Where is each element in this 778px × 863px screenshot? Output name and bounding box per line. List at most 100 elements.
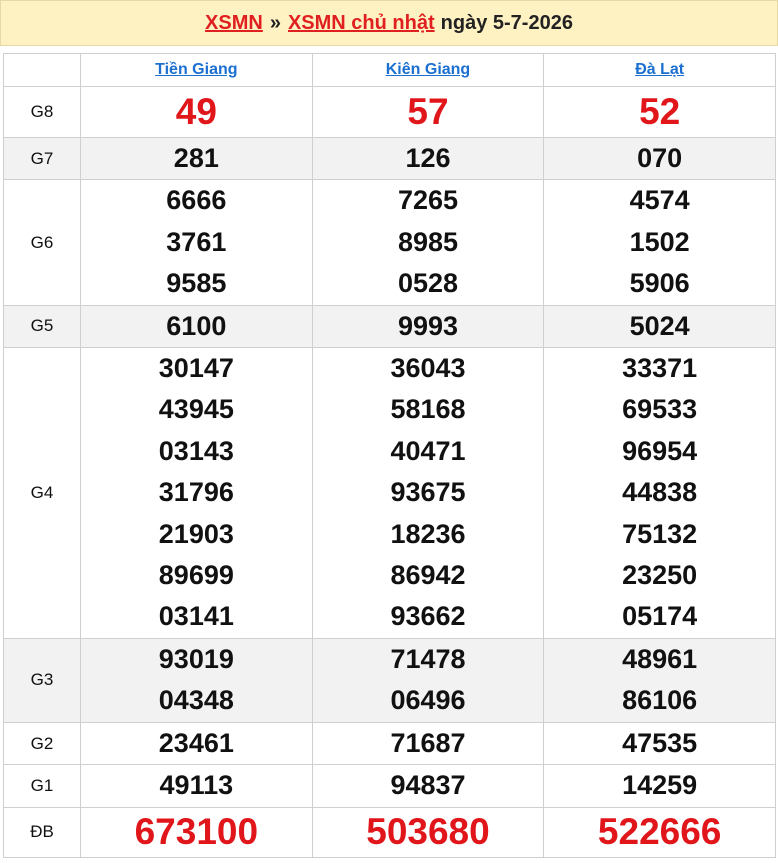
prize-cell: 9993 xyxy=(311,304,545,349)
winning-number: 1502 xyxy=(629,226,690,257)
prize-cell: 57 xyxy=(311,86,545,138)
winning-number: 23250 xyxy=(622,560,698,591)
prize-label: G6 xyxy=(3,179,81,306)
prize-label: G5 xyxy=(3,304,81,349)
prize-cell: 5024 xyxy=(543,304,776,349)
winning-number: 58168 xyxy=(390,394,466,425)
winning-number: 21903 xyxy=(158,518,234,549)
winning-number: 0528 xyxy=(397,268,459,299)
prize-row-g8: G8 49 57 52 xyxy=(3,86,776,138)
winning-number: 03143 xyxy=(158,435,234,466)
winning-number: 57 xyxy=(407,91,449,132)
prize-row-g1: G1 49113 94837 14259 xyxy=(3,764,776,808)
winning-number: 47535 xyxy=(622,727,698,758)
prize-label: G1 xyxy=(3,764,81,808)
winning-number: 49113 xyxy=(159,770,234,801)
winning-number: 673100 xyxy=(134,811,259,853)
winning-number: 503680 xyxy=(366,811,490,853)
winning-number: 93019 xyxy=(158,643,234,674)
prize-cell: 33371 69533 96954 44838 75132 23250 05174 xyxy=(543,347,776,639)
winning-number: 522666 xyxy=(597,811,722,853)
winning-number: 8985 xyxy=(397,226,459,257)
prize-row-g4: G4 30147 43945 03143 31796 21903 89699 03141 360… xyxy=(3,347,776,639)
prize-cell: 14259 xyxy=(543,764,776,808)
xsmn-sunday-link[interactable]: XSMN chủ nhật xyxy=(288,12,435,35)
winning-number: 06496 xyxy=(390,685,466,716)
prize-cell: 49113 xyxy=(80,764,313,808)
prize-label: ĐB xyxy=(3,806,81,858)
prize-cell: 49 xyxy=(80,86,313,138)
prize-label: G2 xyxy=(3,721,81,766)
prize-cell: 673100 xyxy=(80,806,313,858)
winning-number: 281 xyxy=(173,143,219,173)
prize-cell: 6100 xyxy=(80,304,313,349)
prize-row-g2: G2 23461 71687 47535 xyxy=(3,721,776,766)
winning-number: 86106 xyxy=(622,685,698,716)
draw-date: ngày 5-7-2026 xyxy=(440,11,573,34)
province-link-kien-giang[interactable]: Kiên Giang xyxy=(386,61,470,78)
province-header: Tiền Giang xyxy=(80,53,313,87)
prize-cell: 30147 43945 03143 31796 21903 89699 03141 xyxy=(80,347,313,639)
winning-number: 36043 xyxy=(390,353,466,384)
prize-row-g6: G6 6666 3761 9585 7265 8985 0528 4574 1502 5906 xyxy=(3,179,776,306)
prize-row-g7: G7 281 126 070 xyxy=(3,136,776,181)
winning-number: 6100 xyxy=(166,310,227,341)
prize-label: G8 xyxy=(3,86,81,138)
winning-number: 070 xyxy=(637,143,683,173)
winning-number: 3761 xyxy=(166,226,227,257)
province-header: Đà Lạt xyxy=(543,53,776,87)
breadcrumb-separator: » xyxy=(269,11,281,34)
winning-number: 86942 xyxy=(390,560,466,591)
winning-number: 4574 xyxy=(629,185,690,216)
prize-cell: 281 xyxy=(80,136,313,181)
winning-number: 04348 xyxy=(158,685,234,716)
prize-cell: 71478 06496 xyxy=(311,637,545,723)
province-link-tien-giang[interactable]: Tiền Giang xyxy=(155,61,237,78)
winning-number: 71478 xyxy=(390,643,466,674)
prize-cell: 126 xyxy=(311,136,545,181)
prize-cell: 23461 xyxy=(80,721,313,766)
winning-number: 89699 xyxy=(158,560,234,591)
prize-cell: 93019 04348 xyxy=(80,637,313,723)
province-link-da-lat[interactable]: Đà Lạt xyxy=(635,61,684,78)
winning-number: 23461 xyxy=(158,727,234,758)
winning-number: 96954 xyxy=(622,435,698,466)
winning-number: 5906 xyxy=(629,268,690,299)
province-header-row: Tiền Giang Kiên Giang Đà Lạt xyxy=(3,53,776,87)
winning-number: 33371 xyxy=(622,353,698,384)
winning-number: 52 xyxy=(639,91,681,132)
winning-number: 31796 xyxy=(158,477,234,508)
winning-number: 94837 xyxy=(390,770,466,801)
winning-number: 75132 xyxy=(622,518,698,549)
winning-number: 6666 xyxy=(166,185,227,216)
results-table: Tiền Giang Kiên Giang Đà Lạt G8 49 57 52 G7 2… xyxy=(3,53,776,858)
prize-label: G7 xyxy=(3,136,81,181)
winning-number: 7265 xyxy=(397,185,459,216)
winning-number: 93662 xyxy=(390,601,466,632)
prize-label: G3 xyxy=(3,637,81,723)
prize-cell: 070 xyxy=(543,136,776,181)
xsmn-link[interactable]: XSMN xyxy=(205,12,263,35)
winning-number: 43945 xyxy=(158,394,234,425)
winning-number: 44838 xyxy=(622,477,698,508)
prize-cell: 94837 xyxy=(311,764,545,808)
prize-row-g3: G3 93019 04348 71478 06496 48961 86106 xyxy=(3,637,776,723)
prize-cell: 52 xyxy=(543,86,776,138)
province-header: Kiên Giang xyxy=(311,53,545,87)
prize-column-header xyxy=(3,53,81,87)
prize-label: G4 xyxy=(3,347,81,639)
winning-number: 05174 xyxy=(622,601,698,632)
prize-row-g5: G5 6100 9993 5024 xyxy=(3,304,776,349)
prize-cell: 522666 xyxy=(543,806,776,858)
winning-number: 9585 xyxy=(166,268,227,299)
winning-number: 126 xyxy=(405,143,451,173)
winning-number: 18236 xyxy=(390,518,466,549)
winning-number: 49 xyxy=(175,91,217,132)
prize-cell: 48961 86106 xyxy=(543,637,776,723)
winning-number: 03141 xyxy=(158,601,234,632)
prize-cell: 71687 xyxy=(311,721,545,766)
prize-cell: 47535 xyxy=(543,721,776,766)
results-header: XSMN » XSMN chủ nhật ngày 5-7-2026 xyxy=(0,0,778,46)
winning-number: 71687 xyxy=(390,727,466,758)
prize-cell: 4574 1502 5906 xyxy=(543,179,776,306)
